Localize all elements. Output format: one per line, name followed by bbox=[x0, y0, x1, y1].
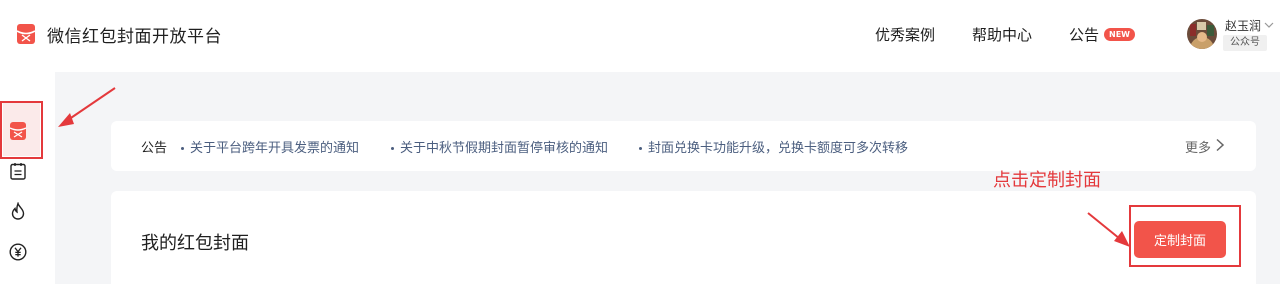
bullet-dot bbox=[391, 147, 394, 150]
user-name[interactable]: 赵玉润 bbox=[1225, 17, 1261, 34]
customize-cover-button[interactable]: 定制封面 bbox=[1134, 221, 1226, 258]
bullet-dot bbox=[639, 147, 642, 150]
more-link[interactable]: 更多 bbox=[1185, 137, 1211, 156]
announcement-item-text[interactable]: 封面兑换卡功能升级，兑换卡额度可多次转移 bbox=[648, 141, 908, 156]
account-type-tag: 公众号 bbox=[1223, 35, 1267, 51]
announcement-bar: 公告 关于平台跨年开具发票的通知 关于中秋节假期封面暂停审核的通知 封面兑换卡功… bbox=[111, 121, 1256, 171]
top-header: 微信红包封面开放平台 优秀案例 帮助中心 公告 NEW 赵玉润 公众号 bbox=[0, 0, 1280, 72]
yen-icon[interactable] bbox=[9, 243, 27, 261]
clipboard-icon[interactable] bbox=[9, 162, 27, 180]
arrow-to-sidebar bbox=[58, 87, 116, 127]
announcement-item[interactable]: 关于平台跨年开具发票的通知 bbox=[181, 137, 359, 156]
chevron-down-icon[interactable] bbox=[1264, 20, 1274, 30]
nav-cases[interactable]: 优秀案例 bbox=[875, 24, 935, 45]
nav-help-center[interactable]: 帮助中心 bbox=[972, 24, 1032, 45]
announcement-item-text[interactable]: 关于平台跨年开具发票的通知 bbox=[190, 141, 359, 156]
red-packet-logo-icon bbox=[16, 24, 36, 44]
flame-icon[interactable] bbox=[9, 202, 27, 220]
annotation-text: 点击定制封面 bbox=[993, 170, 1101, 191]
announcement-item[interactable]: 关于中秋节假期封面暂停审核的通知 bbox=[391, 137, 608, 156]
section-title: 我的红包封面 bbox=[141, 233, 249, 254]
new-badge: NEW bbox=[1104, 28, 1135, 41]
red-packet-icon[interactable] bbox=[9, 121, 27, 141]
announcement-label: 公告 bbox=[141, 141, 168, 156]
announcement-item-text[interactable]: 关于中秋节假期封面暂停审核的通知 bbox=[400, 141, 608, 156]
announcement-item[interactable]: 封面兑换卡功能升级，兑换卡额度可多次转移 bbox=[639, 137, 908, 156]
my-covers-card: 我的红包封面 bbox=[111, 191, 1256, 284]
chevron-right-icon[interactable] bbox=[1214, 138, 1226, 152]
brand-title[interactable]: 微信红包封面开放平台 bbox=[47, 22, 222, 47]
nav-announcements[interactable]: 公告 bbox=[1069, 24, 1099, 45]
avatar[interactable] bbox=[1187, 19, 1217, 49]
scrollbar[interactable] bbox=[1268, 72, 1280, 284]
bullet-dot bbox=[181, 147, 184, 150]
